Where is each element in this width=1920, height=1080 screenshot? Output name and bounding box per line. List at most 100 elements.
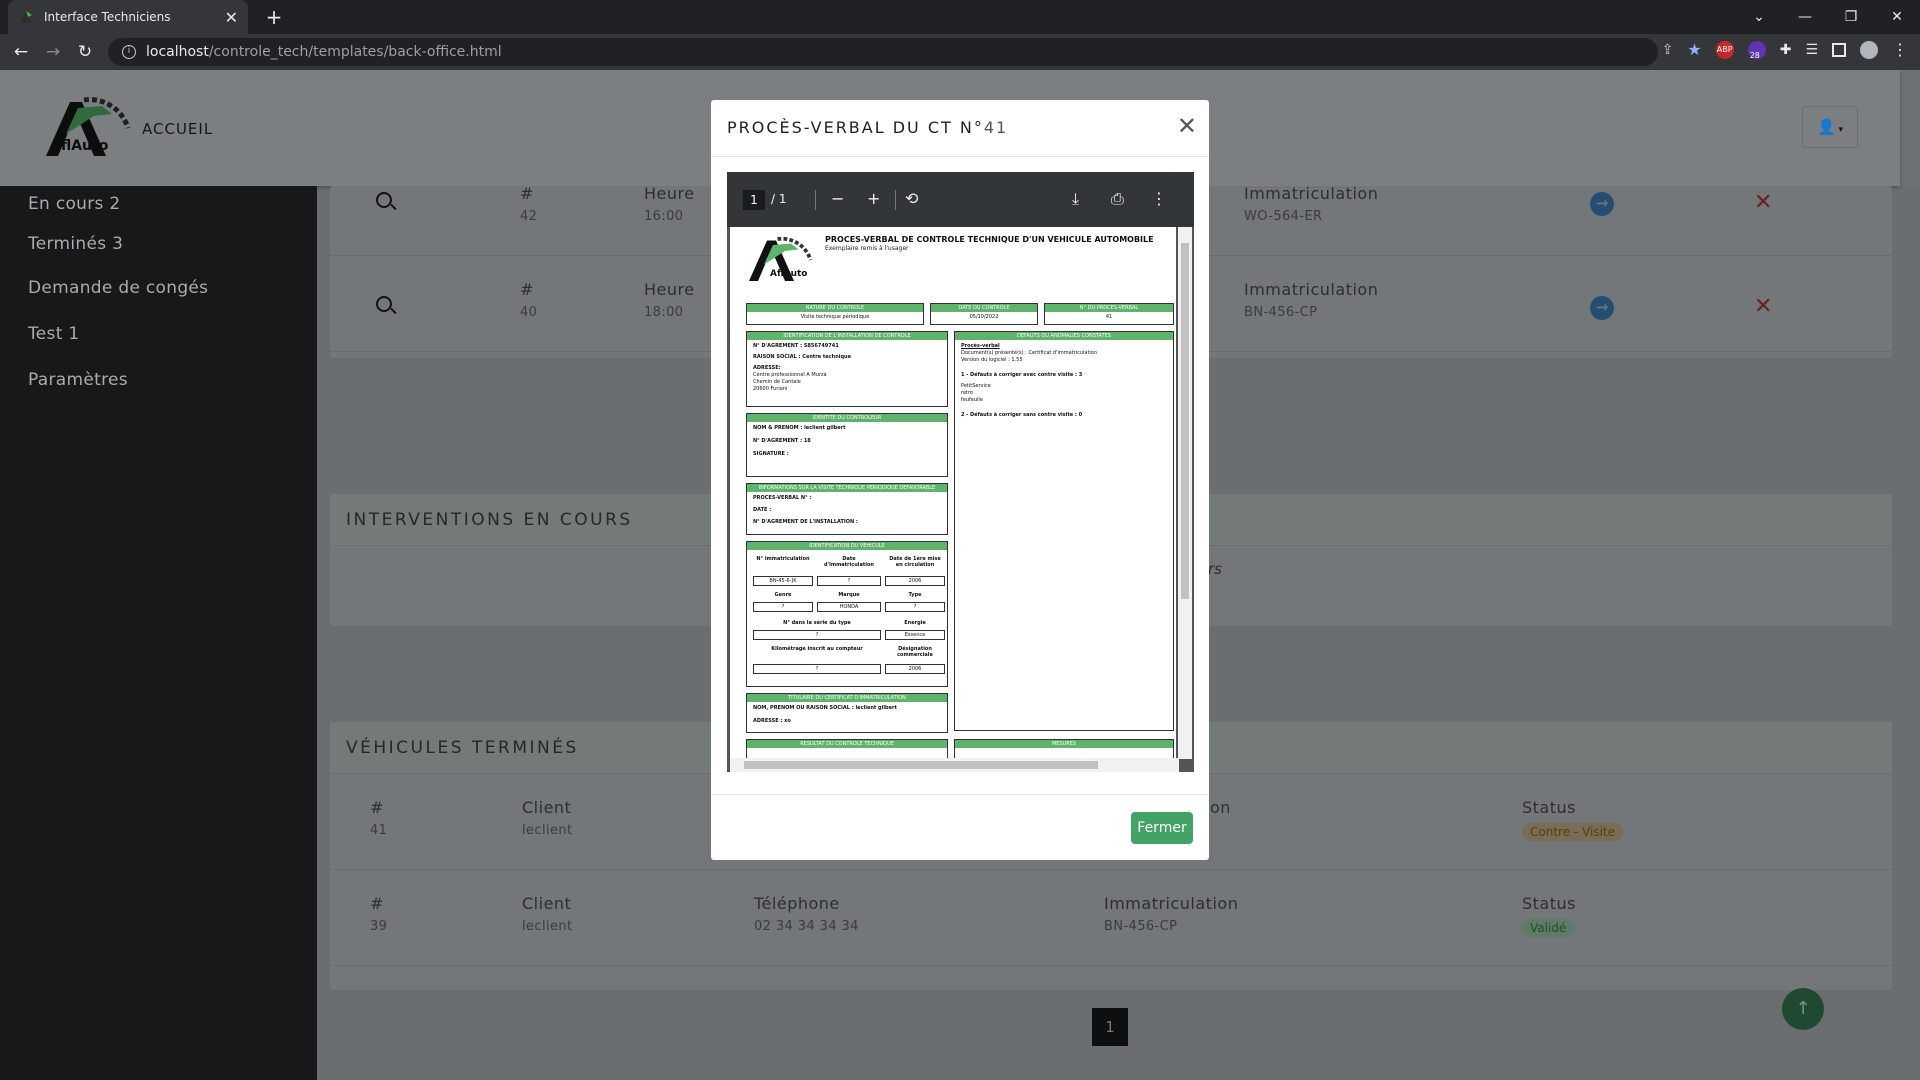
plate-value: WO-564-ER — [1244, 209, 1323, 224]
controleur-agrement: N° D'AGREMENT : 18 — [753, 438, 811, 444]
extension-badge-count: 28 — [1749, 50, 1760, 60]
pdf-heading: PROCES-VERBAL DE CONTROLE TECHNIQUE D'UN… — [825, 235, 1154, 244]
restore-icon[interactable]: ❐ — [1828, 0, 1874, 34]
zoom-in-icon[interactable]: + — [867, 189, 880, 209]
pdf-logo — [749, 236, 813, 281]
print-icon[interactable]: ⎙ — [1111, 189, 1124, 209]
mesures-head: MESURES — [955, 740, 1173, 748]
tab-close-icon[interactable]: ✕ — [225, 8, 238, 27]
id-label: # — [520, 184, 534, 203]
fermer-button[interactable]: Fermer — [1131, 812, 1193, 844]
zoom-out-icon[interactable]: − — [831, 189, 844, 209]
reload-icon[interactable]: ↻ — [72, 39, 98, 65]
nature-value: Visite technique périodique — [800, 314, 870, 320]
client-cell: Client leclient — [522, 894, 573, 934]
tab-search-icon[interactable]: ⌄ — [1736, 0, 1782, 34]
arrow-up-icon: ↑ — [1795, 998, 1811, 1019]
browser-tab[interactable]: Interface Techniciens ✕ — [8, 0, 248, 34]
search-icon[interactable] — [376, 296, 392, 312]
veh-val-energie: Essence — [885, 630, 945, 640]
share-icon[interactable]: ⇪ — [1662, 42, 1674, 58]
controleur-signature: SIGNATURE : — [753, 451, 789, 457]
puzzle-icon[interactable]: ✚ — [1780, 42, 1792, 58]
veh-val-type: ? — [885, 602, 945, 612]
sidebar-item-en-cours[interactable]: En cours 2 — [28, 194, 121, 214]
new-tab-button[interactable]: + — [260, 4, 288, 30]
side-panel-icon[interactable] — [1832, 42, 1846, 57]
rotate-icon[interactable]: ⟲ — [905, 189, 918, 209]
modal-close-icon[interactable]: ✕ — [1177, 114, 1197, 138]
profile-avatar[interactable] — [1860, 40, 1878, 59]
nature-head: NATURE DU CONTROLE — [747, 304, 923, 312]
tab-title: Interface Techniciens — [44, 10, 171, 24]
toolbar-divider — [895, 190, 896, 210]
vertical-scroll-thumb[interactable] — [1181, 243, 1189, 599]
horizontal-scrollbar[interactable] — [730, 758, 1179, 772]
titulaire-box: TITULAIRE DU CERTIFICAT D'IMMATRICULATIO… — [746, 693, 948, 733]
user-menu-button[interactable]: 👤 ▾ — [1802, 106, 1858, 148]
veh-label-type: Type — [908, 592, 922, 598]
page-number-input[interactable]: 1 — [743, 190, 765, 210]
time-value: 16:00 — [644, 209, 684, 224]
sidebar-item-termines[interactable]: Terminés 3 — [28, 234, 123, 254]
id-cell: # 41 — [370, 798, 387, 838]
client-label: Client — [522, 894, 572, 913]
defauts-1a: PetitService — [961, 383, 991, 389]
veh-val-km: ? — [753, 664, 881, 674]
infos-visite-pv: PROCES-VERBAL N° : — [753, 495, 812, 501]
defauts-box: DEFAUTS OU ANOMALIES CONSTATES Procès-ve… — [954, 331, 1174, 731]
plate-value: BN-456-CP — [1244, 305, 1318, 320]
browser-toolbar: ← → ↻ i localhost /controle_tech/templat… — [0, 34, 1920, 70]
site-info-icon[interactable]: i — [122, 45, 136, 59]
veh-label-designation: Désignation commerciale — [897, 646, 933, 658]
nav-accueil[interactable]: ACCUEIL — [142, 120, 213, 138]
status-badge: Contre - Visite — [1522, 823, 1623, 841]
more-options-icon[interactable]: ⋮ — [1151, 189, 1167, 209]
vertical-scrollbar[interactable] — [1178, 227, 1192, 759]
bookmark-star-icon[interactable]: ★ — [1687, 40, 1701, 59]
veh-label-genre: Genre — [774, 592, 792, 598]
infos-visite-head: INFORMATIONS SUR LA VISITE TECHNIQUE PER… — [747, 484, 947, 492]
plate-label-fragment: on — [1210, 798, 1231, 817]
vehicule-head: IDENTIFICATION DU VEHICULE — [747, 542, 947, 550]
address-bar[interactable]: i localhost /controle_tech/templates/bac… — [108, 38, 1658, 66]
modal-header-divider — [711, 156, 1209, 157]
id-cell: # 40 — [520, 280, 537, 320]
plate-cell: on — [1210, 798, 1231, 817]
search-icon[interactable] — [376, 192, 392, 208]
infos-visite-date: DATE : — [753, 507, 772, 513]
defauts-1c: feufeuile — [961, 397, 983, 403]
pdf-viewer: 1 / 1 − + ⟲ ⤓ ⎙ ⋮ AflAuto PROCES-VERBAL … — [727, 172, 1194, 772]
resultat-head: RESULTAT DU CONTROLE TECHNIQUE — [747, 740, 947, 748]
download-icon[interactable]: ⤓ — [1072, 189, 1079, 209]
sidebar-item-parametres[interactable]: Paramètres — [28, 370, 128, 390]
table-row: # 39 Client leclient Téléphone 02 34 34 … — [330, 870, 1892, 966]
plate-cell: Immatriculation BN-456-CP — [1104, 894, 1238, 934]
pagination-page-1[interactable]: 1 — [1092, 1008, 1128, 1046]
forward-icon[interactable]: → — [40, 39, 66, 65]
client-value: leclient — [522, 823, 573, 838]
delete-icon[interactable]: ✕ — [1754, 190, 1772, 215]
time-value: 18:00 — [644, 305, 684, 320]
adblock-icon[interactable]: ABP — [1715, 40, 1734, 59]
time-label: Heure — [644, 280, 695, 299]
pdf-brand: AflAuto — [770, 269, 808, 279]
horizontal-scroll-thumb[interactable] — [744, 761, 1098, 769]
arrow-right-icon[interactable]: → — [1590, 192, 1614, 216]
menu-icon[interactable]: ⋮ — [1892, 40, 1908, 59]
phone-label: Téléphone — [754, 894, 840, 913]
sidebar-item-conges[interactable]: Demande de congés — [28, 278, 208, 298]
close-window-icon[interactable]: ✕ — [1874, 0, 1920, 34]
reading-list-icon[interactable]: ☰ — [1805, 42, 1818, 58]
minimize-icon[interactable]: — — [1782, 0, 1828, 34]
pv-head: N° DU PROCES-VERBAL — [1045, 304, 1173, 312]
installation-head: IDENTIFICATION DE L'INSTALLATION DE CONT… — [747, 332, 947, 340]
sidebar-item-test[interactable]: Test 1 — [28, 324, 80, 344]
arrow-right-icon[interactable]: → — [1590, 296, 1614, 320]
installation-box: IDENTIFICATION DE L'INSTALLATION DE CONT… — [746, 331, 948, 407]
delete-icon[interactable]: ✕ — [1754, 294, 1772, 319]
back-icon[interactable]: ← — [8, 39, 34, 65]
back-to-top-button[interactable]: ↑ — [1782, 988, 1824, 1030]
pdf-page: AflAuto PROCES-VERBAL DE CONTROLE TECHNI… — [730, 227, 1176, 759]
extension-badge-icon[interactable]: 28 — [1747, 40, 1766, 60]
